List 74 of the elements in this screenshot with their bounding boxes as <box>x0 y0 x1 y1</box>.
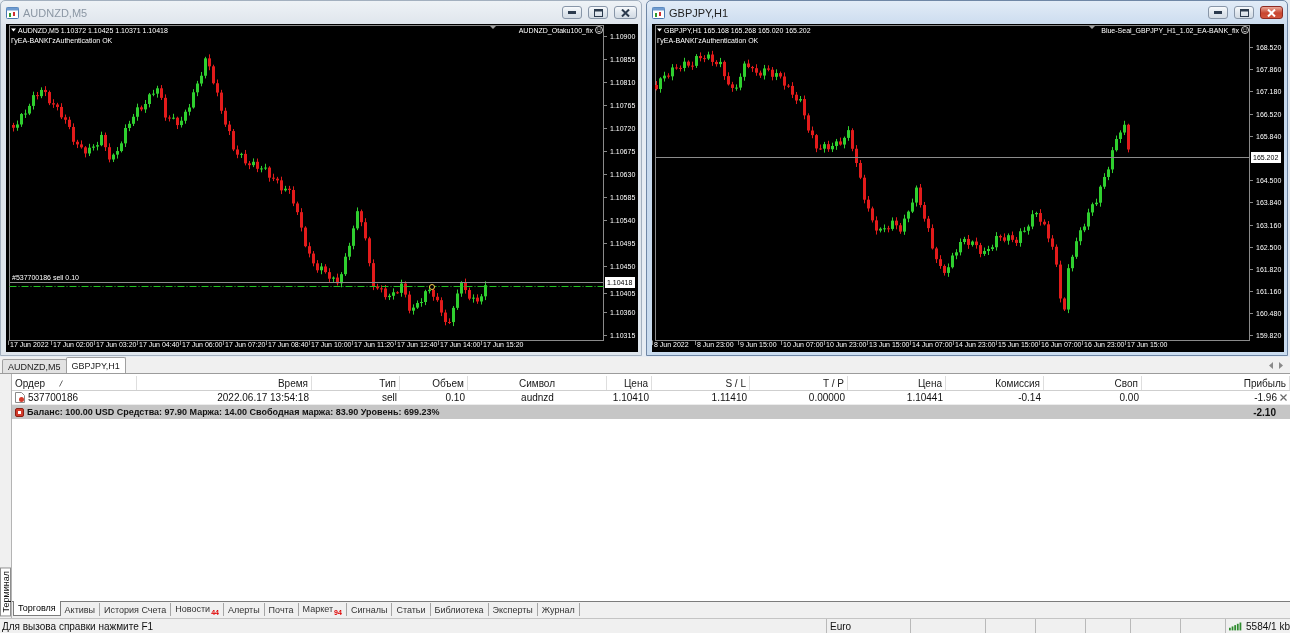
terminal-tab[interactable]: Статьи <box>392 603 431 616</box>
entry-marker-icon <box>429 284 435 290</box>
terminal-tab[interactable]: Почта <box>264 603 299 616</box>
column-header[interactable]: Ордер <box>12 376 137 390</box>
restore-button[interactable] <box>588 6 608 19</box>
terminal-tab[interactable]: Библиотека <box>430 603 489 616</box>
terminal-tab[interactable]: История Счета <box>100 603 172 616</box>
shift-marker-icon[interactable] <box>1089 26 1095 29</box>
smiley-icon <box>1241 26 1249 34</box>
chart-window-icon <box>652 6 665 19</box>
smiley-icon <box>595 26 603 34</box>
help-hint: Для вызова справки нажмите F1 <box>2 620 154 632</box>
dropdown-triangle-icon[interactable] <box>11 28 16 32</box>
close-button[interactable] <box>1260 6 1283 19</box>
column-header[interactable]: Цена <box>848 376 946 390</box>
column-header[interactable]: Своп <box>1044 376 1142 390</box>
terminal-tab[interactable]: Журнал <box>537 603 580 616</box>
column-header[interactable]: Тип <box>312 376 400 390</box>
column-header[interactable]: T / P <box>750 376 848 390</box>
account-summary-text: Баланс: 100.00 USD Средства: 97.90 Маржа: 14.00 Свободная маржа: 83.90 Уровень: 699.23% <box>27 407 440 417</box>
minimize-icon <box>568 11 576 14</box>
total-profit: -2.10 <box>1253 406 1276 418</box>
terminal-tab[interactable]: Эксперты <box>488 603 538 616</box>
terminal-tab[interactable]: Торговля <box>13 601 61 616</box>
chart-tab[interactable]: GBPJPY,H1 <box>65 357 126 373</box>
column-header[interactable]: Объем <box>400 376 468 390</box>
column-header[interactable]: Комиссия <box>946 376 1044 390</box>
table-cell: 1.11410 <box>711 392 747 403</box>
terminal-tab[interactable]: Активы <box>60 603 101 616</box>
column-header[interactable]: Символ <box>468 376 607 390</box>
close-button[interactable] <box>614 6 637 19</box>
chart-tab[interactable]: AUDNZD,M5 <box>2 359 67 373</box>
table-cell: 0.00 <box>1119 392 1139 403</box>
restore-icon <box>593 8 603 17</box>
table-cell: sell <box>382 392 397 403</box>
terminal-tab[interactable]: Алерты <box>223 603 265 616</box>
window-title: AUDNZD,M5 <box>23 6 88 19</box>
table-cell: 1.10441 <box>906 392 943 403</box>
traffic-text: 5584/1 kb <box>1246 620 1290 632</box>
restore-icon <box>1239 8 1249 17</box>
table-cell: 537700186 <box>28 392 79 403</box>
order-document-icon <box>15 392 25 403</box>
close-icon[interactable] <box>1280 394 1287 401</box>
terminal-tab[interactable]: Сигналы <box>346 603 393 616</box>
minimize-button[interactable] <box>1208 6 1228 19</box>
terminal-tab[interactable]: Новости$_{44}$ <box>171 603 224 616</box>
shift-marker-icon[interactable] <box>490 26 496 29</box>
sort-indicator-icon <box>59 379 64 387</box>
terminal-side-tab[interactable]: Терминал <box>0 566 11 616</box>
chart-window-icon <box>6 6 19 19</box>
table-cell: 0.10 <box>445 392 465 403</box>
table-cell: 2022.06.17 13:54:18 <box>217 392 309 403</box>
table-cell: audnzd <box>521 392 554 403</box>
column-header[interactable]: Прибыль <box>1142 376 1290 390</box>
minimize-button[interactable] <box>562 6 582 19</box>
table-cell: 1.10410 <box>612 392 649 403</box>
column-header[interactable]: Цена <box>607 376 652 390</box>
column-header[interactable]: S / L <box>652 376 750 390</box>
minimize-icon <box>1214 11 1222 14</box>
account-status-icon <box>15 407 24 417</box>
close-icon <box>621 8 630 17</box>
close-icon <box>1267 8 1276 17</box>
dropdown-triangle-icon[interactable] <box>657 28 662 32</box>
table-cell: -0.14 <box>1018 392 1041 403</box>
profile-name: Euro <box>830 620 852 632</box>
table-cell: -1.96 <box>1254 392 1277 403</box>
column-header[interactable]: Время <box>137 376 312 390</box>
scroll-right-icon[interactable] <box>1279 362 1283 369</box>
scroll-left-icon[interactable] <box>1269 362 1273 369</box>
terminal-tab[interactable]: Маркет$_{94}$ <box>298 603 347 616</box>
connection-bars-icon <box>1229 621 1244 631</box>
window-title: GBPJPY,H1 <box>669 6 729 19</box>
table-cell: 0.00000 <box>808 392 845 403</box>
restore-button[interactable] <box>1234 6 1254 19</box>
